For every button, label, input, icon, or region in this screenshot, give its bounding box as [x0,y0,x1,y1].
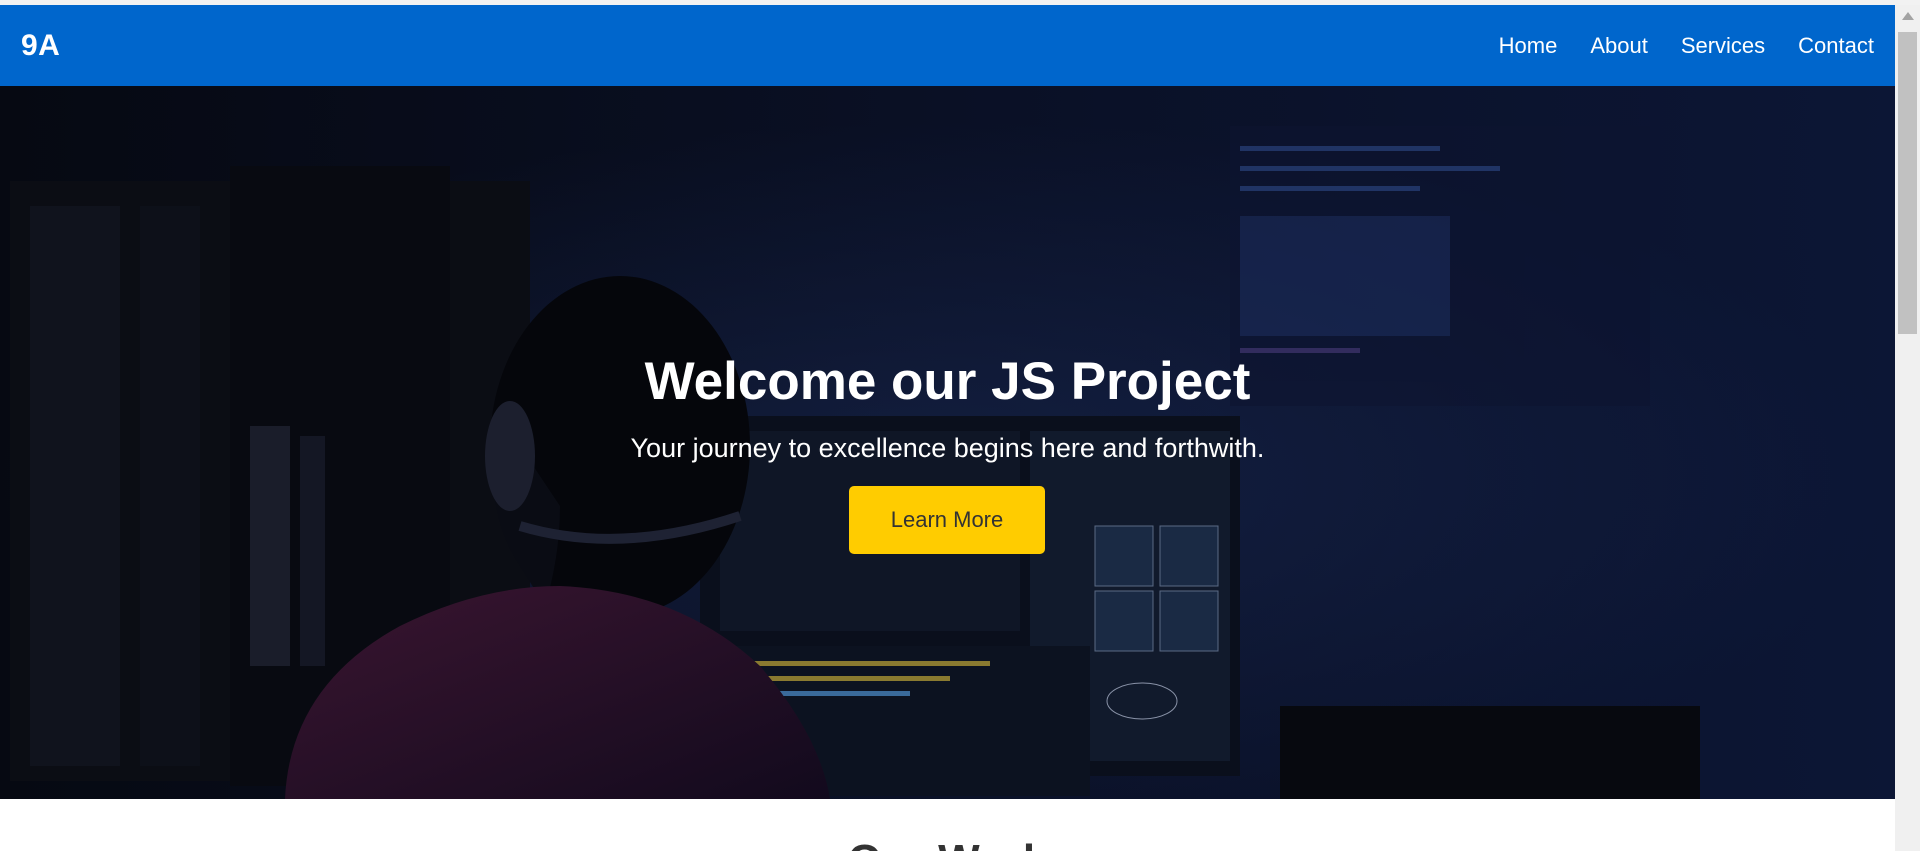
nav-link-contact[interactable]: Contact [1798,33,1874,59]
nav-link-home[interactable]: Home [1499,33,1558,59]
hero-subtitle: Your journey to excellence begins here a… [630,433,1265,463]
section-title: Our Work [0,835,1895,851]
page: 9A Home About Services Contact Welcome o… [0,5,1895,851]
nav-links: Home About Services Contact [1499,33,1874,59]
scroll-up-arrow-icon[interactable] [1902,12,1914,20]
hero-content: Welcome our JS Project Your journey to e… [0,86,1895,799]
hero-section: Welcome our JS Project Your journey to e… [0,86,1895,799]
logo[interactable]: 9A [21,28,60,64]
navbar: 9A Home About Services Contact [0,5,1895,86]
nav-link-services[interactable]: Services [1681,33,1765,59]
scroll-thumb[interactable] [1898,32,1917,334]
vertical-scrollbar[interactable] [1895,5,1920,851]
hero-title: Welcome our JS Project [644,352,1251,411]
learn-more-button[interactable]: Learn More [849,486,1045,554]
nav-link-about[interactable]: About [1590,33,1648,59]
